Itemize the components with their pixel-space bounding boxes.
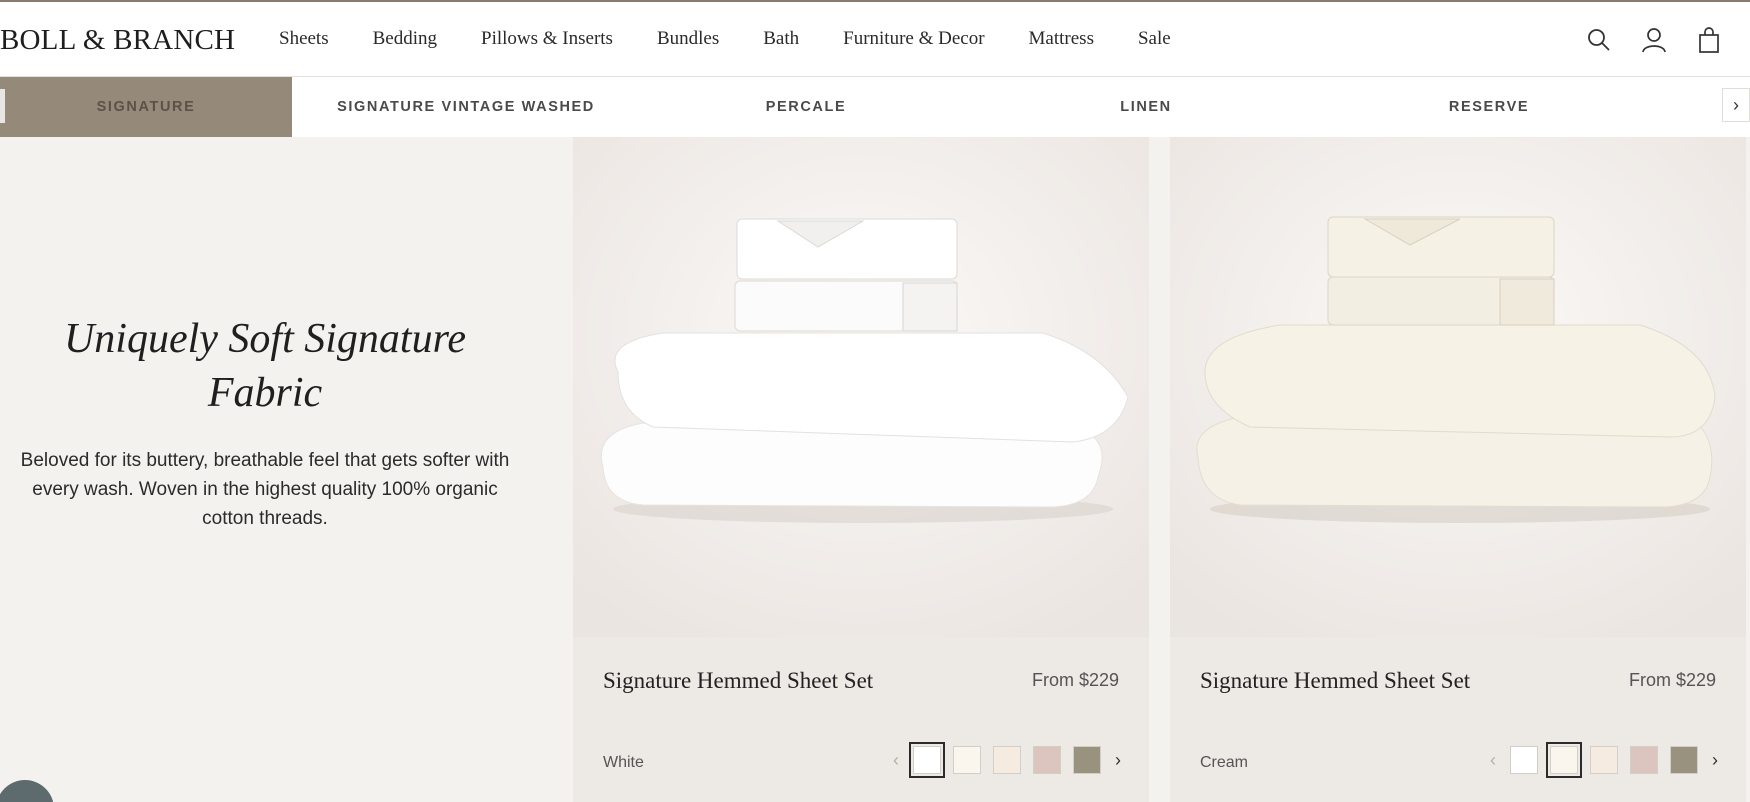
- chat-widget-button[interactable]: [0, 780, 54, 802]
- main-nav: Sheets Bedding Pillows & Inserts Bundles…: [279, 28, 1215, 50]
- swatch-prev-icon[interactable]: ‹: [885, 750, 907, 771]
- tab-signature-vintage-washed[interactable]: SIGNATURE VINTAGE WASHED: [296, 77, 636, 137]
- swatch-white[interactable]: [909, 742, 945, 778]
- product-price: From $229: [1031, 670, 1119, 690]
- swatch-cream[interactable]: [993, 746, 1021, 774]
- swatch-next-icon[interactable]: ›: [1704, 750, 1726, 771]
- color-swatch-list: ‹ ›: [885, 742, 1129, 778]
- section-description: Beloved for its buttery, breathable feel…: [20, 450, 510, 529]
- swatch-blush[interactable]: [1033, 746, 1061, 774]
- swatch-prev-icon[interactable]: ‹: [1482, 750, 1504, 771]
- product-name[interactable]: Signature Hemmed Sheet Set: [1200, 668, 1470, 694]
- account-icon[interactable]: [1641, 26, 1667, 54]
- cart-icon[interactable]: [1696, 26, 1722, 54]
- site-header: BOLL & BRANCH Sheets Bedding Pillows & I…: [0, 0, 1750, 77]
- swatch-cream[interactable]: [1590, 746, 1618, 774]
- swatch-white[interactable]: [1510, 746, 1538, 774]
- tab-percale[interactable]: PERCALE: [656, 77, 956, 137]
- product-image[interactable]: [1170, 137, 1746, 637]
- brand-logo[interactable]: BOLL & BRANCH: [0, 24, 235, 57]
- header-icons: [1580, 26, 1750, 56]
- tab-linen[interactable]: LINEN: [996, 77, 1296, 137]
- swatch-ivory[interactable]: [953, 746, 981, 774]
- nav-item-mattress[interactable]: Mattress: [1029, 28, 1094, 50]
- swatch-next-icon[interactable]: ›: [1107, 750, 1129, 771]
- search-icon[interactable]: [1586, 26, 1612, 54]
- selected-color-label: Cream: [1200, 754, 1249, 771]
- nav-item-bath[interactable]: Bath: [763, 28, 799, 50]
- nav-item-sale[interactable]: Sale: [1138, 28, 1171, 50]
- tab-signature[interactable]: SIGNATURE: [0, 77, 292, 137]
- swatch-ivory[interactable]: [1546, 742, 1582, 778]
- nav-item-bedding[interactable]: Bedding: [373, 28, 437, 50]
- tab-scroll-next-button[interactable]: ›: [1722, 88, 1750, 122]
- product-image[interactable]: [573, 137, 1149, 637]
- product-name[interactable]: Signature Hemmed Sheet Set: [603, 668, 873, 694]
- fabric-tab-bar: SIGNATURE SIGNATURE VINTAGE WASHED PERCA…: [0, 77, 1750, 137]
- swatch-sage[interactable]: [1670, 746, 1698, 774]
- nav-item-furniture-decor[interactable]: Furniture & Decor: [843, 28, 984, 50]
- section-title: Uniquely Soft Signature Fabric: [63, 316, 467, 416]
- nav-item-sheets[interactable]: Sheets: [279, 28, 329, 50]
- nav-item-bundles[interactable]: Bundles: [657, 28, 719, 50]
- product-card[interactable]: Signature Hemmed Sheet Set From $229 Whi…: [573, 137, 1149, 802]
- selected-color-label: White: [603, 754, 644, 771]
- tab-reserve[interactable]: RESERVE: [1336, 77, 1642, 137]
- product-card[interactable]: Signature Hemmed Sheet Set From $229 Cre…: [1170, 137, 1746, 802]
- swatch-sage[interactable]: [1073, 746, 1101, 774]
- product-price: From $229: [1628, 670, 1716, 690]
- tab-scroll-indicator: [0, 89, 5, 123]
- swatch-blush[interactable]: [1630, 746, 1658, 774]
- color-swatch-list: ‹ ›: [1482, 742, 1726, 778]
- nav-item-pillows-inserts[interactable]: Pillows & Inserts: [481, 28, 613, 50]
